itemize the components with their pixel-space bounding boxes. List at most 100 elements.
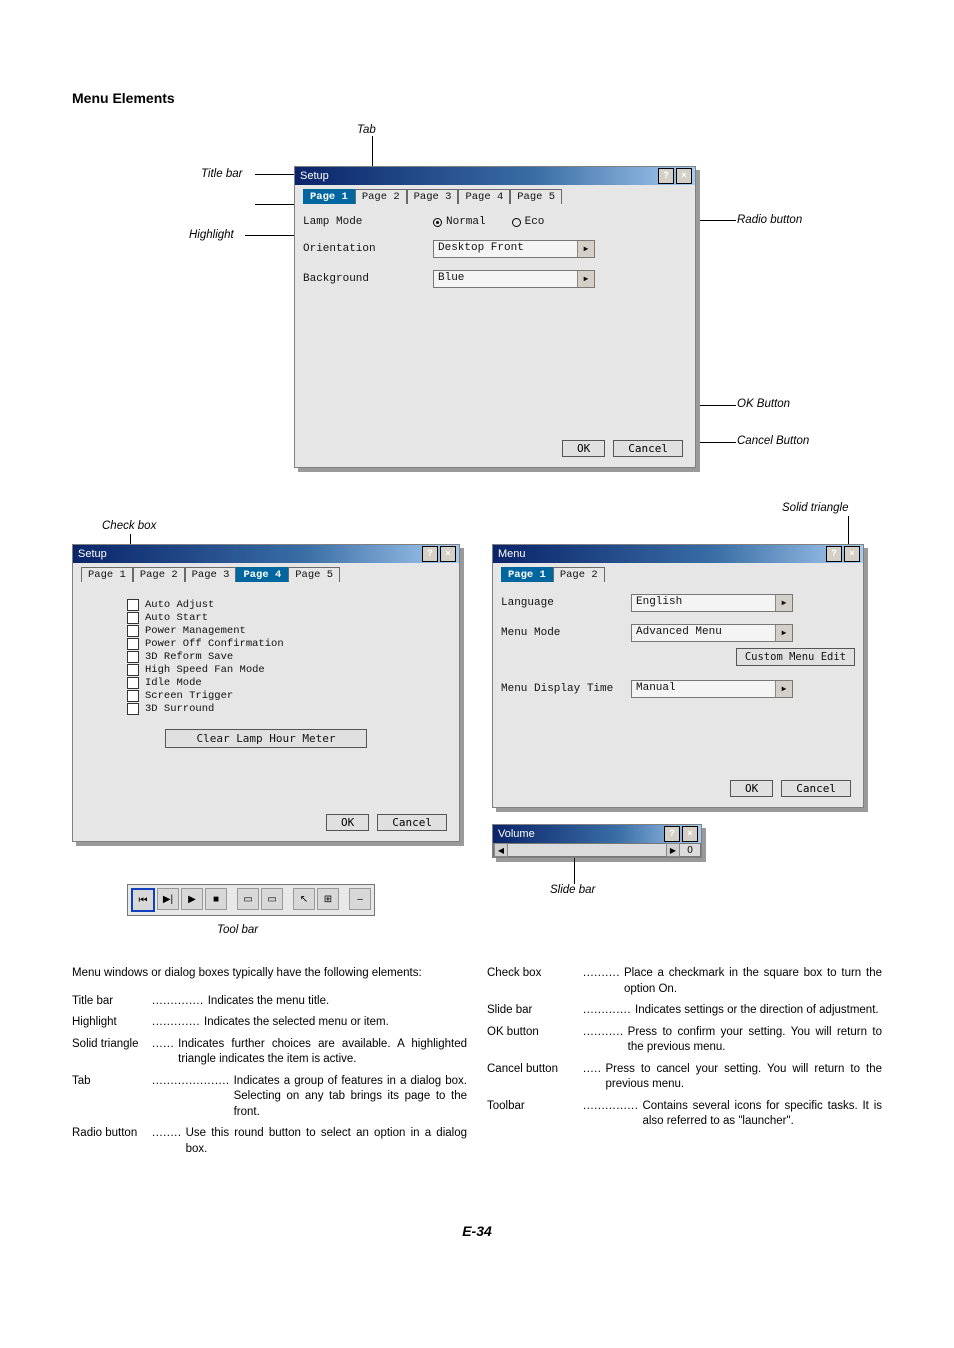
- tab-page-1[interactable]: Page 1: [501, 567, 553, 582]
- tab-page-3[interactable]: Page 3: [407, 189, 459, 204]
- orientation-combo[interactable]: Desktop Front ▶: [433, 240, 595, 258]
- def-term: OK button: [487, 1025, 583, 1056]
- tool-minus-icon[interactable]: –: [349, 888, 371, 910]
- tab-page-2[interactable]: Page 2: [133, 567, 185, 582]
- checkbox[interactable]: [127, 664, 139, 676]
- volume-slider[interactable]: ◀ ▶ 0: [493, 843, 701, 857]
- window-title: Setup: [298, 170, 656, 182]
- tool-stop-icon[interactable]: ■: [205, 888, 227, 910]
- window-title: Setup: [76, 548, 420, 560]
- language-value: English: [632, 595, 775, 611]
- def-term: Tab: [72, 1074, 152, 1121]
- checkbox[interactable]: [127, 677, 139, 689]
- background-combo[interactable]: Blue ▶: [433, 270, 595, 288]
- checkbox[interactable]: [127, 625, 139, 637]
- checkbox-label: Idle Mode: [145, 677, 202, 689]
- lamp-mode-label: Lamp Mode: [303, 216, 433, 228]
- tab-strip: Page 1 Page 2: [501, 567, 855, 582]
- slider-right-arrow-icon[interactable]: ▶: [666, 843, 680, 857]
- label-radio-button: Radio button: [737, 214, 802, 226]
- menu-mode-label: Menu Mode: [501, 627, 631, 639]
- checkbox[interactable]: [127, 599, 139, 611]
- checkbox[interactable]: [127, 651, 139, 663]
- title-bar: Menu ? ×: [493, 545, 863, 563]
- tool-screen1-icon[interactable]: ▭: [237, 888, 259, 910]
- chevron-right-icon: ▶: [775, 595, 792, 611]
- def-desc: Indicates the menu title.: [208, 994, 467, 1010]
- tab-page-1[interactable]: Page 1: [81, 567, 133, 582]
- def-term: Title bar: [72, 994, 152, 1010]
- language-combo[interactable]: English ▶: [631, 594, 793, 612]
- ok-button[interactable]: OK: [326, 814, 369, 831]
- checkbox-label: Power Management: [145, 625, 246, 637]
- def-term: Slide bar: [487, 1003, 583, 1019]
- clear-lamp-hour-button[interactable]: Clear Lamp Hour Meter: [165, 729, 367, 748]
- label-title-bar: Title bar: [201, 168, 242, 180]
- tab-page-2[interactable]: Page 2: [355, 189, 407, 204]
- background-value: Blue: [434, 271, 577, 287]
- ok-button[interactable]: OK: [730, 780, 773, 797]
- help-icon[interactable]: ?: [422, 546, 438, 562]
- cancel-button[interactable]: Cancel: [781, 780, 851, 797]
- help-icon[interactable]: ?: [658, 168, 674, 184]
- chevron-right-icon: ▶: [577, 271, 594, 287]
- close-icon[interactable]: ×: [440, 546, 456, 562]
- label-highlight: Highlight: [189, 229, 234, 241]
- tab-page-4[interactable]: Page 4: [458, 189, 510, 204]
- orientation-label: Orientation: [303, 243, 433, 255]
- page-number: E-34: [72, 1223, 882, 1239]
- tool-pointer-icon[interactable]: ↖: [293, 888, 315, 910]
- close-icon[interactable]: ×: [844, 546, 860, 562]
- setup-window: Setup ? × Page 1 Page 2 Page 3 Page 4 Pa…: [294, 166, 696, 468]
- radio-normal[interactable]: [433, 218, 442, 227]
- label-slide-bar: Slide bar: [550, 884, 595, 896]
- def-term: Radio button: [72, 1126, 152, 1157]
- custom-menu-edit-button[interactable]: Custom Menu Edit: [736, 648, 855, 666]
- tab-page-5[interactable]: Page 5: [288, 567, 340, 582]
- diagram-main: Title bar Tab Highlight Radio button OK …: [72, 116, 882, 496]
- cancel-button[interactable]: Cancel: [613, 440, 683, 457]
- tool-step-icon[interactable]: ▶|: [157, 888, 179, 910]
- def-desc: Indicates a group of features in a dialo…: [234, 1074, 467, 1121]
- radio-normal-label: Normal: [446, 216, 486, 228]
- menu-mode-combo[interactable]: Advanced Menu ▶: [631, 624, 793, 642]
- label-check-box: Check box: [102, 520, 156, 532]
- display-time-combo[interactable]: Manual ▶: [631, 680, 793, 698]
- window-title: Volume: [496, 828, 662, 840]
- tab-page-2[interactable]: Page 2: [553, 567, 605, 582]
- menu-window: Menu ? × Page 1 Page 2 Language English …: [492, 544, 864, 808]
- checkbox[interactable]: [127, 703, 139, 715]
- slider-left-arrow-icon[interactable]: ◀: [494, 843, 508, 857]
- volume-window: Volume ? × ◀ ▶ 0: [492, 824, 702, 858]
- tab-page-1[interactable]: Page 1: [303, 189, 355, 204]
- def-desc: Indicates settings or the direction of a…: [635, 1003, 882, 1019]
- tab-page-4[interactable]: Page 4: [236, 567, 288, 582]
- diagram-row-2: Check box Solid triangle Setup ? × Page …: [72, 516, 882, 946]
- checkbox-label: 3D Reform Save: [145, 651, 233, 663]
- chevron-right-icon: ▶: [775, 681, 792, 697]
- close-icon[interactable]: ×: [676, 168, 692, 184]
- checkbox-label: Screen Trigger: [145, 690, 233, 702]
- tool-rewind-icon[interactable]: ⏮: [131, 888, 155, 912]
- radio-eco[interactable]: [512, 218, 521, 227]
- chevron-right-icon: ▶: [775, 625, 792, 641]
- tool-play-icon[interactable]: ▶: [181, 888, 203, 910]
- definitions: Menu windows or dialog boxes typically h…: [72, 966, 882, 1163]
- tool-screen2-icon[interactable]: ▭: [261, 888, 283, 910]
- checkbox[interactable]: [127, 612, 139, 624]
- def-desc: Indicates the selected menu or item.: [204, 1015, 467, 1031]
- checkbox-label: Auto Adjust: [145, 599, 214, 611]
- checkbox[interactable]: [127, 690, 139, 702]
- help-icon[interactable]: ?: [826, 546, 842, 562]
- help-icon[interactable]: ?: [664, 826, 680, 842]
- ok-button[interactable]: OK: [562, 440, 605, 457]
- tab-page-3[interactable]: Page 3: [185, 567, 237, 582]
- cancel-button[interactable]: Cancel: [377, 814, 447, 831]
- language-label: Language: [501, 597, 631, 609]
- checkbox[interactable]: [127, 638, 139, 650]
- tab-page-5[interactable]: Page 5: [510, 189, 562, 204]
- def-term: Toolbar: [487, 1099, 583, 1130]
- label-tool-bar: Tool bar: [217, 924, 258, 936]
- tool-grid-icon[interactable]: ⊞: [317, 888, 339, 910]
- close-icon[interactable]: ×: [682, 826, 698, 842]
